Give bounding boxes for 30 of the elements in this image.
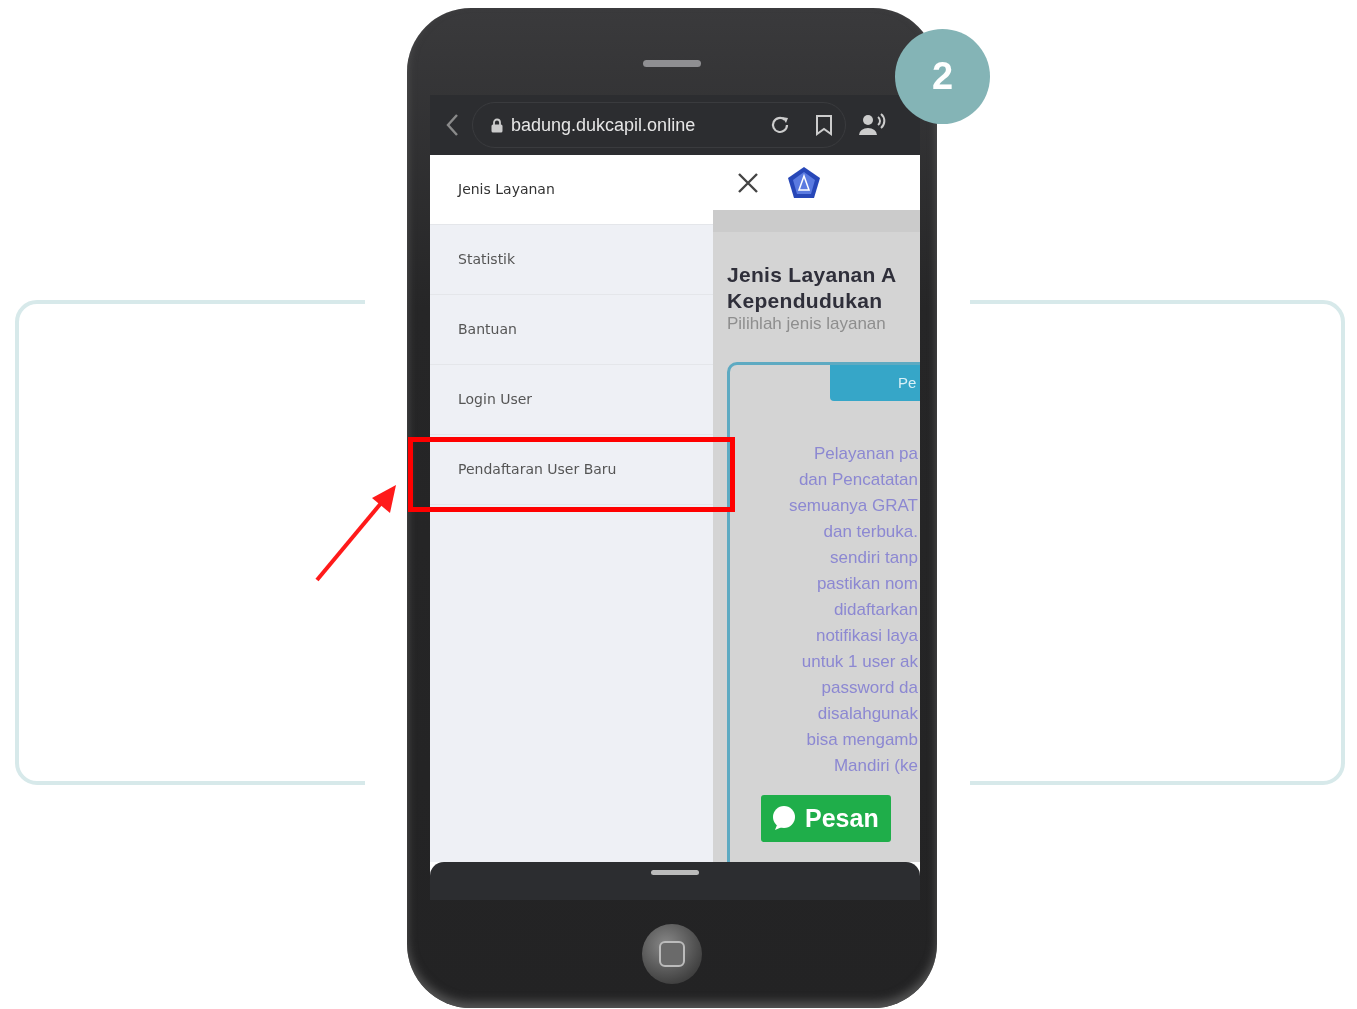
bookmark-icon[interactable] [815, 114, 833, 136]
description-line: untuk 1 user ak [801, 651, 918, 673]
drag-handle[interactable] [651, 870, 699, 875]
person-speaking-icon[interactable] [858, 113, 886, 137]
description-line: password da [821, 677, 918, 699]
description-line: Pelayanan pa [814, 443, 918, 465]
back-icon[interactable] [446, 113, 460, 137]
description-line: bisa mengamb [806, 729, 918, 751]
description-line: notifikasi laya [815, 625, 918, 647]
pentagon-logo-icon [787, 165, 821, 200]
page-heading: Jenis Layanan A [727, 262, 898, 288]
page-subtitle: Pilihlah jenis layanan [727, 314, 887, 334]
description-line: didaftarkan [833, 599, 918, 621]
description-line: disalahgunak [817, 703, 918, 725]
menu-item[interactable]: Jenis Layanan [430, 155, 713, 225]
lock-icon [491, 117, 503, 133]
description-line: sendiri tanp [830, 547, 918, 569]
close-icon[interactable] [737, 171, 759, 194]
description-line: semuanya GRAT [788, 495, 918, 517]
home-button[interactable] [642, 924, 702, 984]
reload-icon[interactable] [769, 114, 791, 136]
speaker-slot [643, 60, 701, 67]
url-text: badung.dukcapil.online [511, 113, 696, 137]
description-line: pastikan nom [816, 573, 918, 595]
description-line: dan Pencatatan [798, 469, 918, 491]
description-line: dan terbuka. [823, 521, 918, 543]
page-heading: Kependudukan [727, 288, 884, 314]
chat-bubble-icon [771, 805, 797, 832]
description-line: Mandiri (ke [833, 755, 918, 777]
step-number: 2 [895, 29, 990, 124]
